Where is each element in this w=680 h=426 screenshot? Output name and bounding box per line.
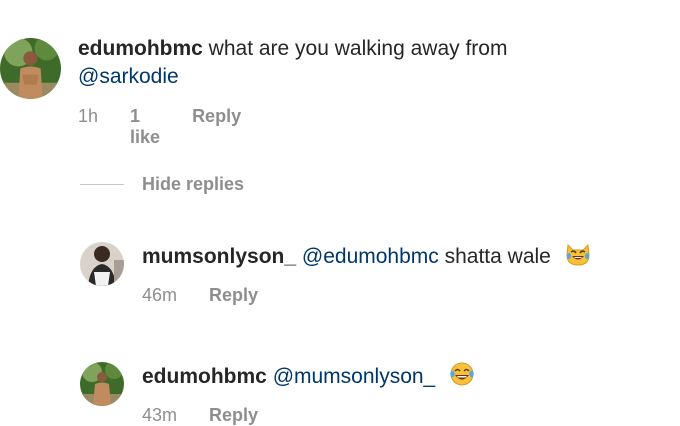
comment-username[interactable]: edumohbmc [78,37,203,60]
avatar[interactable] [80,362,124,406]
comment-mention[interactable]: @sarkodie [78,65,179,88]
comment-meta: 1h 1 like Reply [78,106,241,148]
comment-text: what are you walking away from [202,37,508,60]
reply-meta: 43m Reply [142,405,258,426]
reply-timestamp: 46m [142,285,178,305]
reply-username[interactable]: mumsonlyson_ [142,245,296,268]
reply-button[interactable]: Reply [192,106,241,148]
comment-timestamp: 1h [78,106,99,126]
avatar[interactable] [0,38,61,99]
avatar[interactable] [80,242,124,286]
reply-body: mumsonlyson_ @edumohbmc shatta wale [142,241,672,275]
reply-text: shatta wale [438,245,551,268]
reply-mention[interactable]: @edumohbmc [302,245,439,268]
reply-meta: 46m Reply [142,285,258,306]
reply-mention[interactable]: @mumsonlyson_ [273,365,436,388]
avatar-mumsonlyson-icon [80,242,124,286]
reply-button[interactable]: Reply [209,405,258,426]
hide-replies-divider [80,184,124,185]
reply-username[interactable]: edumohbmc [142,365,267,388]
comment-body: edumohbmc what are you walking away from… [78,35,668,91]
avatar-edumohbmc-icon [80,362,124,406]
hide-replies-button[interactable]: Hide replies [80,174,244,195]
hide-replies-label: Hide replies [142,174,245,194]
avatar-edumohbmc-icon [0,38,61,99]
reply-button[interactable]: Reply [209,285,258,306]
reply-body: edumohbmc @mumsonlyson_ [142,361,672,395]
reply-timestamp: 43m [142,405,178,425]
comment-likes[interactable]: 1 like [130,106,160,148]
tears-of-joy-icon [449,361,475,395]
crying-laughing-cat-icon [565,241,591,275]
